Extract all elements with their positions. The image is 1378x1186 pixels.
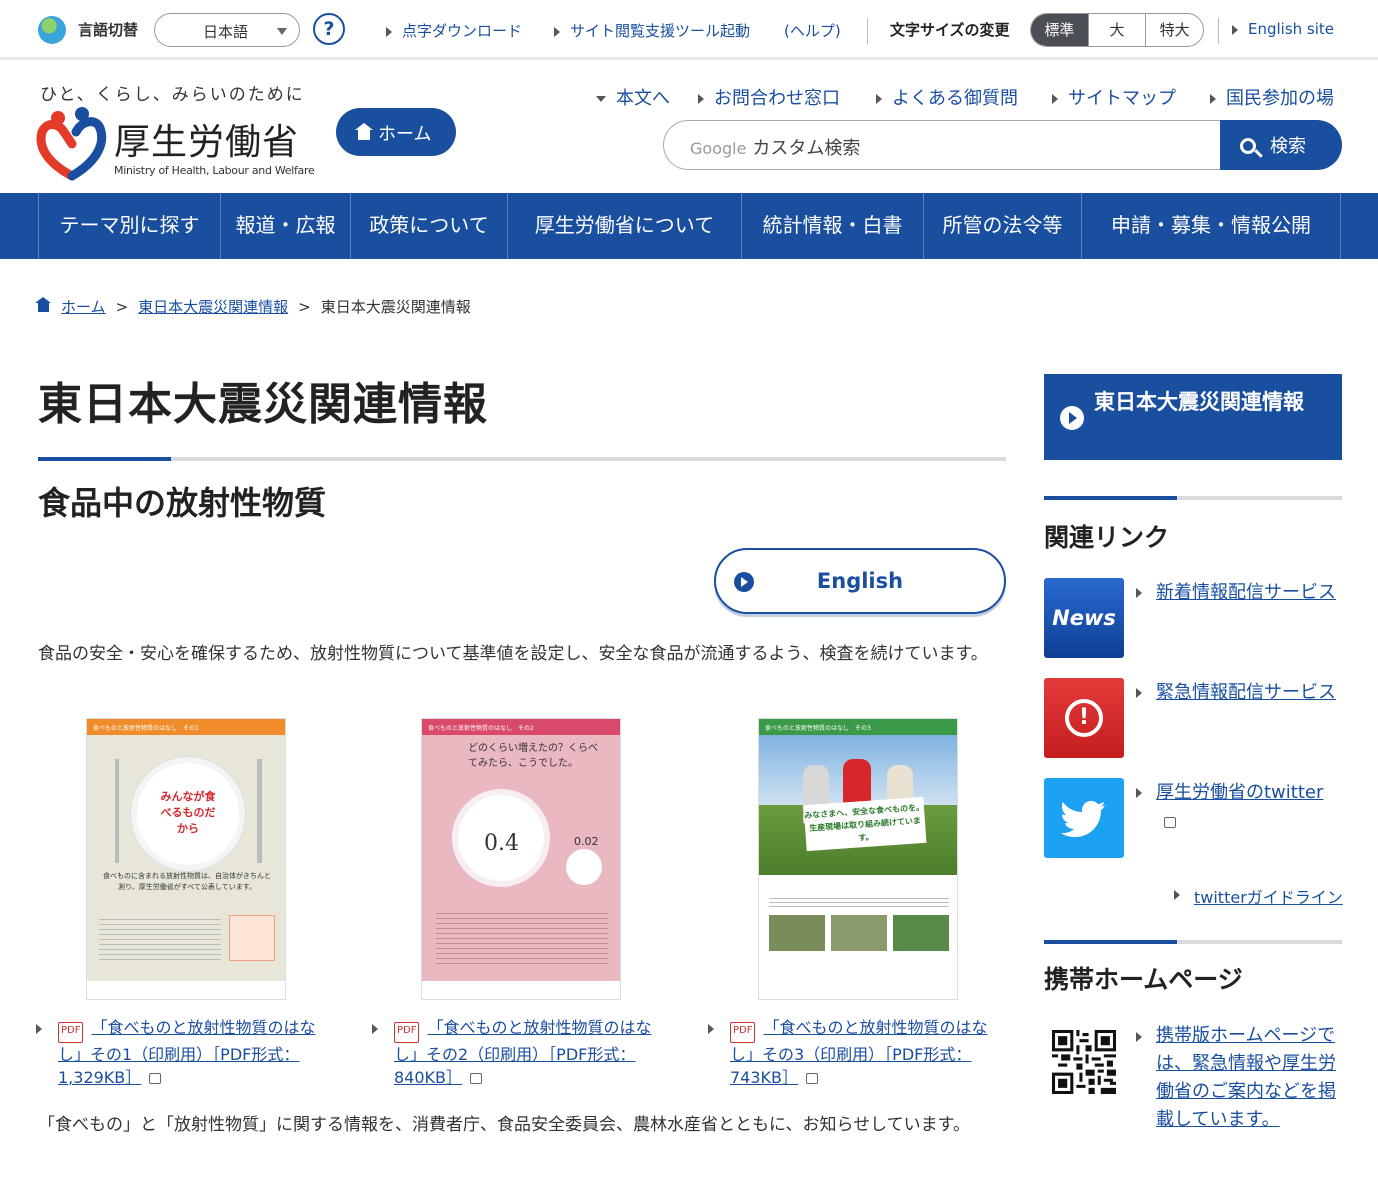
section-title: 食品中の放射性物質 [38, 484, 327, 522]
external-window-icon [470, 1073, 483, 1084]
english-site-link[interactable]: English site [1232, 20, 1334, 38]
news-icon[interactable]: News [1044, 578, 1124, 658]
external-window-icon [806, 1073, 819, 1084]
arrow-right-icon [698, 94, 704, 104]
twitter-icon[interactable] [1044, 778, 1124, 858]
sitemap-link[interactable]: サイトマップ [1052, 84, 1176, 110]
mhlw-logo-icon [36, 107, 107, 181]
intro-text: 食品の安全・安心を確保するため、放射性物質について基準値を設定し、安全な食品が流… [38, 644, 988, 664]
skip-to-content-link[interactable]: 本文へ [596, 84, 670, 110]
external-window-icon [1164, 817, 1176, 828]
poster-3-image[interactable]: 食べものと放射性物質のはなし その3 みなさまへ、安全な食べものを。生産現場は取… [758, 718, 958, 1000]
home-button[interactable]: ホーム [336, 108, 456, 156]
accessibility-help-link[interactable]: (ヘルプ) [784, 20, 841, 41]
breadcrumb-home[interactable]: ホーム [61, 298, 106, 316]
nav-applications[interactable]: 申請・募集・情報公開 [1081, 193, 1341, 259]
arrow-right-icon [36, 1024, 42, 1034]
nav-about[interactable]: 厚生労働省について [507, 193, 741, 259]
font-size-label: 文字サイズの変更 [890, 21, 1010, 39]
globe-icon [38, 16, 66, 44]
nav-theme[interactable]: テーマ別に探す [38, 193, 220, 259]
external-window-icon [149, 1073, 162, 1084]
arrow-right-icon [386, 26, 392, 37]
search-placeholder: カスタム検索 [752, 138, 861, 159]
font-size-toggle: 標準 大 特大 [1030, 13, 1204, 47]
language-select-value: 日本語 [203, 23, 249, 41]
utility-bar: 言語切替 日本語 ? 点字ダウンロード サイト閲覧支援ツール起動 (ヘルプ) 文… [0, 0, 1378, 60]
arrow-right-icon [1232, 24, 1238, 35]
arrow-right-icon [372, 1024, 378, 1034]
twitter-link[interactable]: 厚生労働省のtwitter [1136, 778, 1336, 836]
divider [867, 18, 868, 44]
title-rule [38, 457, 1006, 461]
arrow-down-icon [596, 96, 606, 102]
divider [1218, 18, 1219, 44]
arrow-right-icon [1136, 788, 1142, 798]
arrow-right-icon [734, 572, 754, 592]
home-icon [355, 123, 373, 140]
sidebar-rule [1044, 496, 1342, 500]
tagline: ひと、くらし、みらいのために [40, 85, 305, 105]
poster-2-link[interactable]: PDF 「食べものと放射性物質のはなし」その2（印刷用）［PDF形式：840KB］ [372, 1016, 662, 1089]
font-size-large[interactable]: 大 [1089, 14, 1147, 46]
emergency-icon[interactable]: ! [1044, 678, 1124, 758]
pdf-icon: PDF [394, 1022, 420, 1043]
qr-code-icon [1052, 1030, 1116, 1094]
pdf-icon: PDF [730, 1022, 756, 1043]
nav-policy[interactable]: 政策について [350, 193, 507, 259]
arrow-right-icon [1174, 890, 1180, 900]
arrow-right-icon [876, 94, 882, 104]
participation-link[interactable]: 国民参加の場 [1210, 84, 1334, 110]
global-nav: テーマ別に探す 報道・広報 政策について 厚生労働省について 統計情報・白書 所… [0, 193, 1378, 259]
arrow-right-icon [1136, 688, 1142, 698]
sidebar-heading[interactable]: 東日本大震災関連情報 [1044, 374, 1342, 460]
news-service-link[interactable]: 新着情報配信サービス [1136, 578, 1336, 607]
arrow-right-icon [1210, 94, 1216, 104]
font-size-standard[interactable]: 標準 [1031, 14, 1089, 46]
mobile-title: 携帯ホームページ [1044, 965, 1243, 994]
pdf-icon: PDF [58, 1022, 84, 1043]
emergency-service-link[interactable]: 緊急情報配信サービス [1136, 678, 1336, 707]
breadcrumb-current: 東日本大震災関連情報 [320, 298, 471, 316]
outro-text: 「食べもの」と「放射性物質」に関する情報を、消費者庁、食品安全委員会、農林水産省… [38, 1115, 970, 1135]
mobile-page-link[interactable]: 携帯版ホームページでは、緊急情報や厚生労働省のご案内などを掲載しています。 [1136, 1022, 1336, 1134]
poster-3-link[interactable]: PDF 「食べものと放射性物質のはなし」その3（印刷用）［PDF形式：743KB］ [708, 1016, 998, 1089]
english-button[interactable]: English [714, 548, 1006, 614]
sidebar-rule [1044, 940, 1342, 944]
google-label: Google [690, 139, 747, 158]
arrow-right-icon [554, 26, 560, 37]
nav-press[interactable]: 報道・広報 [220, 193, 350, 259]
help-icon[interactable]: ? [313, 13, 345, 45]
breadcrumb-parent[interactable]: 東日本大震災関連情報 [138, 298, 288, 316]
logo-text[interactable]: 厚生労働省 [114, 113, 299, 165]
accessibility-tool-link[interactable]: サイト閲覧支援ツール起動 [554, 20, 750, 41]
faq-link[interactable]: よくある御質問 [876, 84, 1018, 110]
nav-laws[interactable]: 所管の法令等 [923, 193, 1081, 259]
search-button[interactable]: 検索 [1220, 120, 1342, 170]
search-icon [1240, 138, 1256, 154]
language-label: 言語切替 [78, 21, 139, 39]
chevron-down-icon [277, 28, 287, 35]
arrow-right-icon [1052, 94, 1058, 104]
twitter-guideline-link[interactable]: twitterガイドライン [1174, 884, 1343, 908]
contact-link[interactable]: お問合わせ窓口 [698, 84, 840, 110]
page-title: 東日本大震災関連情報 [38, 379, 488, 430]
poster-1-image[interactable]: 食べものと放射性物質のはなし その1 みんなが食べるものだから 食べものに含まれ… [86, 718, 286, 1000]
arrow-right-icon [708, 1024, 714, 1034]
poster-2-image[interactable]: 食べものと放射性物質のはなし その2 どのくらい増えたの？くらべてみたら、こうで… [421, 718, 621, 1000]
braille-download-link[interactable]: 点字ダウンロード [386, 20, 522, 41]
search-input[interactable]: Google カスタム検索 [663, 120, 1223, 170]
arrow-right-icon [1136, 1032, 1142, 1042]
breadcrumb: ホーム > 東日本大震災関連情報 > 東日本大震災関連情報 [35, 296, 471, 317]
logo-subtitle: Ministry of Health, Labour and Welfare [114, 164, 315, 177]
arrow-right-icon [1060, 406, 1084, 430]
font-size-xlarge[interactable]: 特大 [1146, 14, 1203, 46]
related-links-title: 関連リンク [1044, 523, 1170, 552]
arrow-right-icon [1136, 588, 1142, 598]
home-icon [35, 297, 51, 312]
poster-1-link[interactable]: PDF 「食べものと放射性物質のはなし」その1（印刷用）［PDF形式：1,329K… [36, 1016, 326, 1089]
language-select[interactable]: 日本語 [154, 13, 300, 47]
nav-statistics[interactable]: 統計情報・白書 [741, 193, 923, 259]
